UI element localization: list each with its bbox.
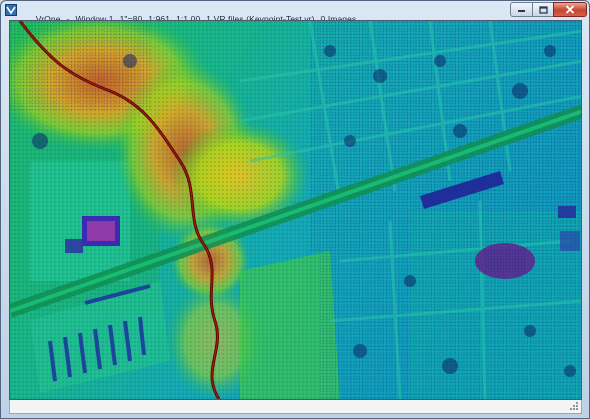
vrone-window: VrOne - Window 1 1"=80 1:961 1:1.00 1 VR files… [0,0,590,419]
title-bar[interactable]: VrOne - Window 1 1"=80 1:961 1:1.00 1 VR files… [1,1,589,24]
close-icon [565,5,575,14]
vrone-app-icon[interactable] [5,4,17,16]
close-button[interactable] [553,2,587,17]
status-bar [9,400,582,414]
lidar-point-cloud[interactable] [10,21,582,400]
resize-grip-icon[interactable] [570,402,579,411]
minimize-icon [518,10,525,12]
map-viewport[interactable] [9,20,582,400]
minimize-button[interactable] [510,2,532,17]
maximize-icon [538,5,548,14]
maximize-button[interactable] [532,2,553,17]
